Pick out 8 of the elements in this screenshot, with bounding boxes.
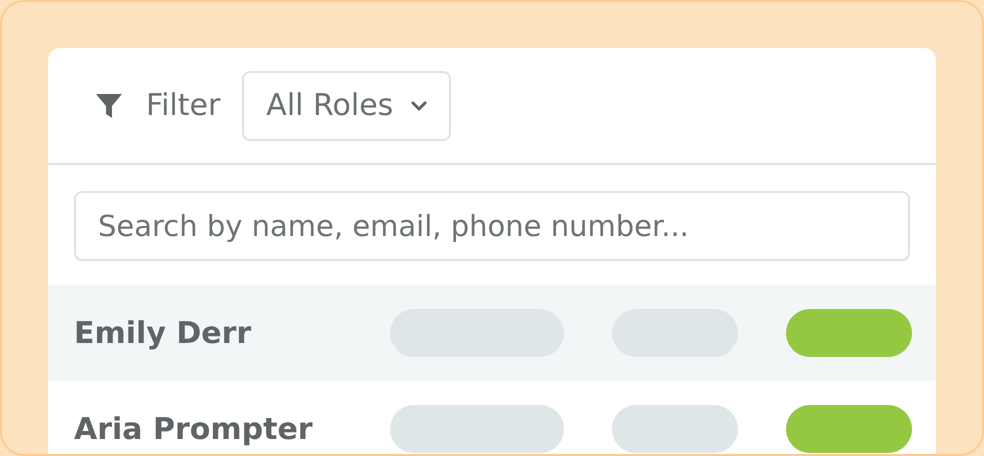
search-field[interactable]: Search by name, email, phone number... — [74, 191, 910, 261]
role-dropdown[interactable]: All Roles — [242, 70, 452, 140]
chevron-down-icon — [411, 100, 428, 110]
person-name: Aria Prompter — [74, 410, 314, 448]
filter-label: Filter — [146, 87, 220, 125]
person-row[interactable]: Emily Derr — [48, 285, 936, 381]
person-name: Emily Derr — [74, 314, 252, 352]
person-row[interactable]: Aria Prompter — [48, 381, 936, 454]
